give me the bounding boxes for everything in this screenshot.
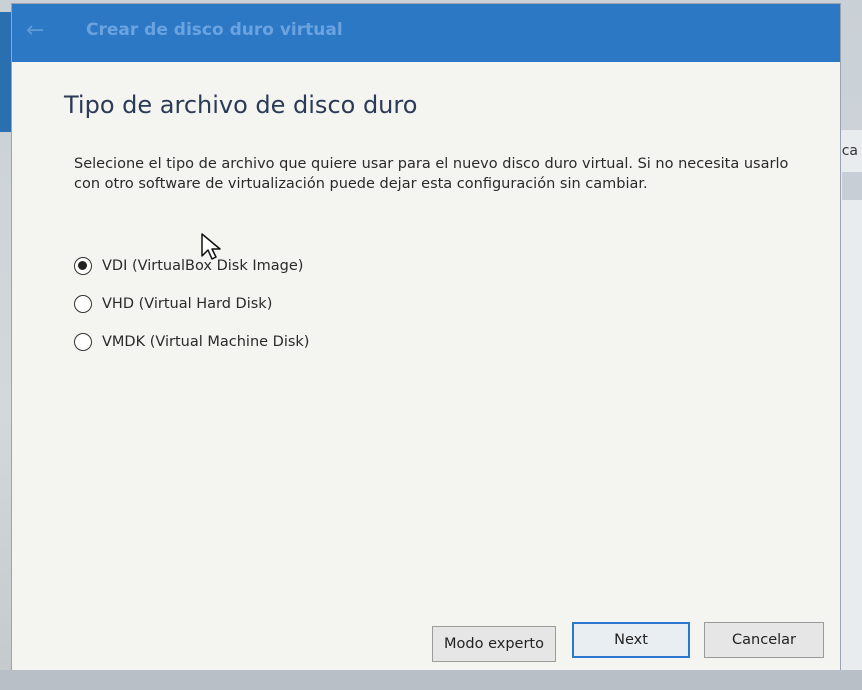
radio-vmdk[interactable] [74, 333, 92, 351]
radio-vdi[interactable] [74, 257, 92, 275]
next-button[interactable]: Next [572, 622, 690, 658]
option-vhd-label: VHD (Virtual Hard Disk) [102, 296, 273, 312]
radio-vhd[interactable] [74, 295, 92, 313]
background-bar [842, 172, 862, 200]
screen: ca ← Crear de disco duro virtual Tipo de… [0, 0, 862, 690]
background-bottom-strip [0, 670, 862, 690]
background-text-fragment: ca [841, 143, 858, 159]
disk-type-options: VDI (VirtualBox Disk Image) VHD (Virtual… [74, 247, 309, 361]
dialog-titlebar: ← Crear de disco duro virtual [12, 4, 840, 62]
back-arrow-icon[interactable]: ← [26, 20, 48, 42]
option-vdi[interactable]: VDI (VirtualBox Disk Image) [74, 247, 309, 285]
page-description: Selecione el tipo de archivo que quiere … [74, 156, 789, 192]
background-window-right [840, 130, 862, 670]
mouse-cursor-icon [201, 233, 221, 260]
cancel-button[interactable]: Cancelar [704, 622, 824, 658]
create-virtual-disk-dialog: ← Crear de disco duro virtual Tipo de ar… [12, 4, 840, 670]
option-vhd[interactable]: VHD (Virtual Hard Disk) [74, 285, 309, 323]
dialog-title: Crear de disco duro virtual [86, 20, 343, 40]
option-vmdk[interactable]: VMDK (Virtual Machine Disk) [74, 323, 309, 361]
option-vmdk-label: VMDK (Virtual Machine Disk) [102, 334, 310, 350]
expert-mode-button[interactable]: Modo experto [432, 626, 556, 662]
page-heading: Tipo de archivo de disco duro [64, 91, 418, 119]
